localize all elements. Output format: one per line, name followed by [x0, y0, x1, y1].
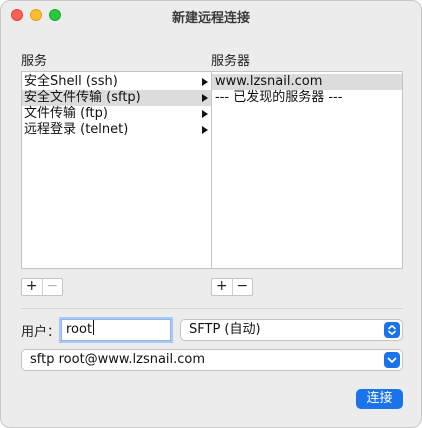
- service-item-sftp[interactable]: 安全文件传输 (sftp): [22, 90, 211, 106]
- server-item-label: www.lzsnail.com: [215, 74, 323, 89]
- services-list: 安全Shell (ssh) 安全文件传输 (sftp) 文件传输 (ftp) 远…: [21, 71, 212, 269]
- service-item-label: 安全文件传输 (sftp): [24, 90, 141, 105]
- service-item-label: 远程登录 (telnet): [24, 122, 129, 137]
- service-item-ssh[interactable]: 安全Shell (ssh): [22, 74, 211, 90]
- add-service-button[interactable]: +: [22, 279, 42, 295]
- connection-command-value: sftp root@www.lzsnail.com: [30, 352, 206, 367]
- window-title: 新建远程连接: [171, 11, 250, 26]
- up-down-chevron-icon: [384, 322, 400, 338]
- connect-button[interactable]: 连接: [356, 389, 403, 409]
- protocol-select[interactable]: SFTP (自动): [180, 319, 403, 341]
- add-server-button[interactable]: +: [212, 279, 232, 295]
- disclosure-arrow-icon: [202, 78, 208, 86]
- user-input[interactable]: root: [61, 319, 171, 341]
- remove-service-button[interactable]: −: [41, 279, 63, 295]
- divider: [21, 308, 403, 309]
- disclosure-arrow-icon: [202, 126, 208, 134]
- service-item-label: 安全Shell (ssh): [24, 74, 118, 89]
- new-remote-connection-window: 新建远程连接 服务 服务器 安全Shell (ssh) 安全文件传输 (sftp…: [0, 0, 422, 428]
- servers-add-remove-control: + −: [211, 278, 253, 296]
- servers-list: www.lzsnail.com --- 已发现的服务器 ---: [211, 71, 403, 269]
- discovered-servers-separator: --- 已发现的服务器 ---: [212, 90, 402, 106]
- disclosure-arrow-icon: [202, 94, 208, 102]
- user-input-value: root: [66, 322, 93, 337]
- server-item[interactable]: www.lzsnail.com: [212, 74, 402, 90]
- text-caret: [93, 320, 95, 335]
- title-bar: 新建远程连接: [1, 1, 421, 29]
- disclosure-arrow-icon: [202, 110, 208, 118]
- server-item-label: --- 已发现的服务器 ---: [215, 90, 343, 105]
- service-item-label: 文件传输 (ftp): [24, 106, 108, 121]
- servers-label: 服务器: [211, 54, 251, 69]
- connection-command-select[interactable]: sftp root@www.lzsnail.com: [21, 349, 403, 371]
- service-item-ftp[interactable]: 文件传输 (ftp): [22, 106, 211, 122]
- user-label: 用户：: [21, 325, 61, 340]
- remove-server-button[interactable]: −: [231, 279, 253, 295]
- service-item-telnet[interactable]: 远程登录 (telnet): [22, 122, 211, 138]
- chevron-down-icon: [384, 352, 400, 368]
- services-label: 服务: [21, 54, 48, 69]
- services-add-remove-control: + −: [21, 278, 63, 296]
- protocol-select-value: SFTP (自动): [189, 322, 261, 337]
